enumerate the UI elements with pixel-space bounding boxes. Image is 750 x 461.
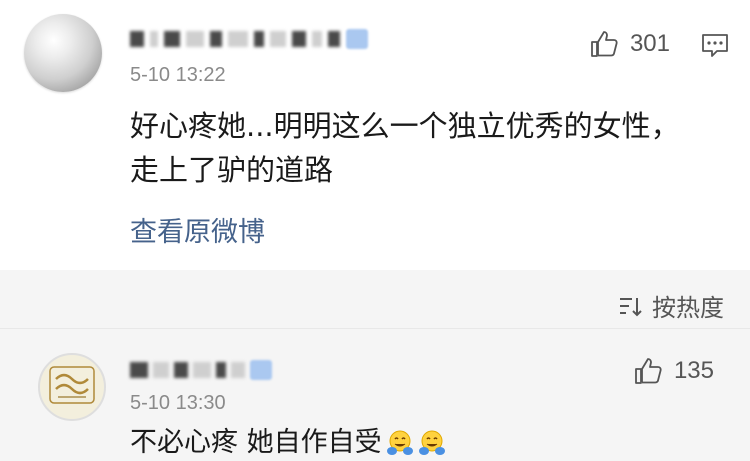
avatar[interactable] xyxy=(24,14,102,92)
vip-badge xyxy=(250,360,272,380)
view-original-link[interactable]: 查看原微博 xyxy=(130,210,265,249)
sort-label: 按热度 xyxy=(652,294,724,322)
comment-text-body: 不必心疼 她自作自受 xyxy=(130,427,382,458)
hugging-face-emoji xyxy=(418,430,445,455)
thumbs-up-icon xyxy=(591,31,618,57)
comment-text: 好心疼她...明明这么一个独立优秀的女性， 走上了驴的道路 xyxy=(130,104,730,192)
hugging-face-emoji xyxy=(386,430,413,455)
comment-time: 5-10 13:30 xyxy=(130,392,226,414)
username-blurred[interactable] xyxy=(130,357,330,383)
comment-text-line: 走上了驴的道路 xyxy=(130,153,334,187)
thumbs-up-icon xyxy=(635,358,662,384)
vip-badge xyxy=(346,29,368,49)
reply-comment-card: 5-10 13:30 135 不必心疼 她自作自受 xyxy=(0,328,750,461)
comment-icon xyxy=(702,34,728,57)
reply-button[interactable] xyxy=(700,30,730,64)
username-blurred[interactable] xyxy=(130,26,470,52)
avatar[interactable] xyxy=(38,353,106,421)
comment-card: 5-10 13:22 301 好心疼她...明明这么一个独立优秀的女性， 走上了… xyxy=(0,0,750,270)
sort-icon xyxy=(620,297,642,316)
seal-logo xyxy=(49,366,95,404)
sort-button[interactable]: 按热度 xyxy=(618,288,724,323)
like-button[interactable]: 301 xyxy=(588,28,670,60)
comment-text: 不必心疼 她自作自受 xyxy=(130,425,446,461)
like-count: 135 xyxy=(673,357,714,384)
comment-time: 5-10 13:22 xyxy=(130,64,226,86)
like-count: 301 xyxy=(629,30,670,57)
like-button[interactable]: 135 xyxy=(632,355,714,387)
comment-text-line: 好心疼她...明明这么一个独立优秀的女性， xyxy=(130,109,680,143)
